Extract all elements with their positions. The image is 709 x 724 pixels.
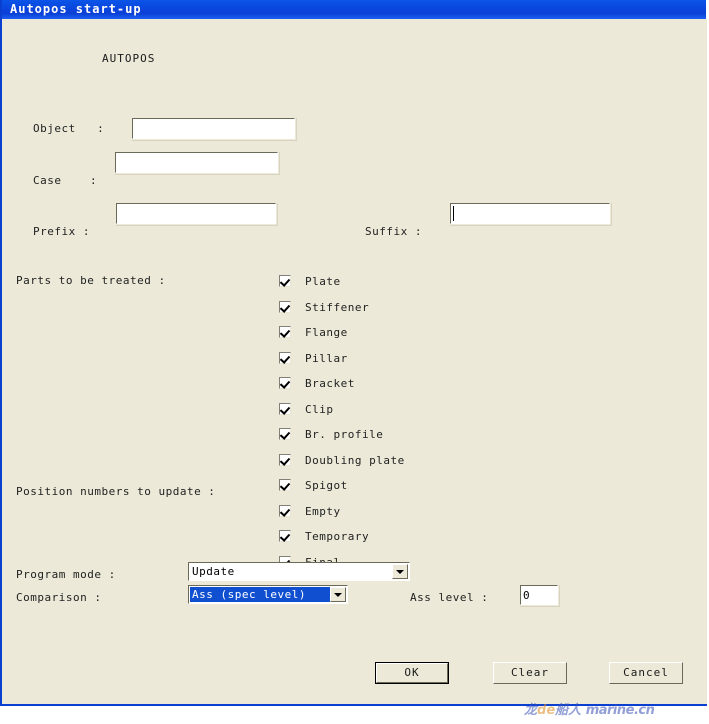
checkbox-row-br-profile[interactable]: Br. profile (279, 426, 383, 442)
checkbox-clip[interactable] (279, 403, 291, 415)
prefix-input[interactable] (116, 203, 276, 224)
checkbox-label-flange: Flange (305, 325, 348, 339)
suffix-text-caret (453, 206, 454, 221)
clear-button[interactable]: Clear (493, 662, 567, 684)
program-mode-label: Program mode : (16, 568, 116, 581)
watermark-part1: 龙 (524, 703, 538, 718)
cancel-button[interactable]: Cancel (609, 662, 683, 684)
checkbox-row-bracket[interactable]: Bracket (279, 375, 355, 391)
comparison-combobox[interactable]: Ass (spec level) (188, 585, 348, 604)
checkbox-empty[interactable] (279, 505, 291, 517)
checkbox-label-br-profile: Br. profile (305, 427, 384, 441)
checkbox-row-spigot[interactable]: Spigot (279, 477, 348, 493)
case-label: Case : (33, 174, 98, 187)
checkbox-label-plate: Plate (305, 274, 341, 288)
checkbox-label-clip: Clip (305, 402, 334, 416)
checkbox-row-clip[interactable]: Clip (279, 401, 334, 417)
ass-level-label: Ass level : (410, 591, 489, 604)
chevron-down-icon[interactable] (330, 587, 346, 602)
watermark-part2: de (537, 703, 556, 718)
parts-to-be-treated-label: Parts to be treated : (16, 274, 166, 287)
dialog-client-area: AUTOPOS Object : Case : Prefix : Suffix … (4, 19, 707, 704)
window-title: Autopos start-up (10, 2, 142, 16)
object-input[interactable] (132, 118, 295, 139)
checkbox-pillar[interactable] (279, 352, 291, 364)
suffix-label: Suffix : (365, 225, 422, 238)
chevron-down-icon[interactable] (392, 564, 408, 579)
checkbox-label-empty: Empty (305, 504, 341, 518)
checkbox-br-profile[interactable] (279, 428, 291, 440)
checkbox-temporary[interactable] (279, 530, 291, 542)
suffix-input[interactable] (450, 203, 610, 224)
site-watermark: 龙de船人 marine.cn (524, 700, 704, 722)
ass-level-input[interactable] (520, 585, 558, 605)
checkbox-row-plate[interactable]: Plate (279, 273, 341, 289)
checkbox-row-flange[interactable]: Flange (279, 324, 348, 340)
checkbox-flange[interactable] (279, 326, 291, 338)
checkbox-stiffener[interactable] (279, 301, 291, 313)
prefix-label: Prefix : (33, 225, 90, 238)
case-input[interactable] (115, 152, 278, 173)
position-numbers-to-update-label: Position numbers to update : (16, 485, 216, 498)
ok-button-label: OK (376, 663, 448, 683)
checkbox-label-pillar: Pillar (305, 351, 348, 365)
comparison-value: Ass (spec level) (190, 587, 330, 602)
checkbox-label-bracket: Bracket (305, 376, 355, 390)
checkbox-plate[interactable] (279, 275, 291, 287)
checkbox-label-stiffener: Stiffener (305, 300, 370, 314)
autopos-dialog-window: Autopos start-up AUTOPOS Object : Case :… (0, 0, 709, 706)
comparison-label: Comparison : (16, 591, 102, 604)
checkbox-row-stiffener[interactable]: Stiffener (279, 299, 369, 315)
checkbox-spigot[interactable] (279, 479, 291, 491)
checkbox-row-pillar[interactable]: Pillar (279, 350, 348, 366)
checkbox-bracket[interactable] (279, 377, 291, 389)
checkbox-label-temporary: Temporary (305, 529, 370, 543)
ok-button[interactable]: OK (375, 662, 449, 684)
watermark-part3: 船人 (555, 703, 582, 718)
program-mode-combobox[interactable]: Update (188, 562, 410, 581)
title-bar[interactable]: Autopos start-up (2, 0, 709, 19)
checkbox-label-doubling-plate: Doubling plate (305, 453, 405, 467)
watermark-part4: marine.cn (585, 703, 655, 718)
checkbox-row-empty[interactable]: Empty (279, 503, 341, 519)
checkbox-row-temporary[interactable]: Temporary (279, 528, 369, 544)
object-label: Object : (33, 122, 105, 135)
checkbox-doubling-plate[interactable] (279, 454, 291, 466)
page-title: AUTOPOS (102, 52, 156, 65)
program-mode-value: Update (192, 565, 235, 578)
checkbox-label-spigot: Spigot (305, 478, 348, 492)
checkbox-row-doubling-plate[interactable]: Doubling plate (279, 452, 405, 468)
